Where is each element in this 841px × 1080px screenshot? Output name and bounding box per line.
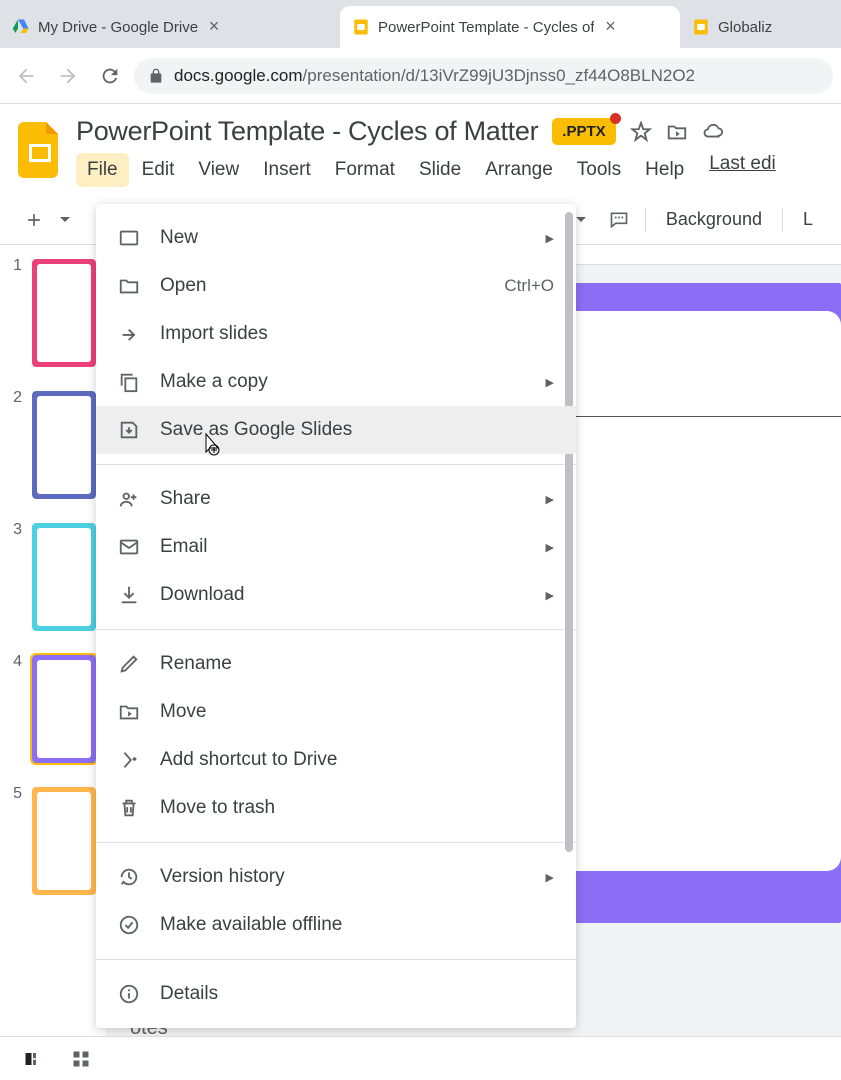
thumb-number: 4 <box>8 653 22 765</box>
thumbnail-row[interactable]: 2 <box>8 389 98 501</box>
thumbnail-row[interactable]: 1 <box>8 257 98 369</box>
menu-share[interactable]: Share▶ <box>96 475 576 523</box>
filmstrip-icon[interactable] <box>24 1050 42 1068</box>
slides-favicon-icon <box>352 18 370 36</box>
forward-button[interactable] <box>50 58 86 94</box>
document-title[interactable]: PowerPoint Template - Cycles of Matter <box>76 116 538 147</box>
grid-view-icon[interactable] <box>72 1050 90 1068</box>
menu-slide[interactable]: Slide <box>408 153 472 187</box>
menu-view[interactable]: View <box>187 153 250 187</box>
tab-title: PowerPoint Template - Cycles of <box>378 19 594 36</box>
close-icon[interactable]: × <box>206 19 222 35</box>
layout-button[interactable]: L <box>793 203 823 236</box>
menu-format[interactable]: Format <box>324 153 406 187</box>
menu-make-copy[interactable]: Make a copy▶ <box>96 358 576 406</box>
menu-move-to-trash[interactable]: Move to trash <box>96 784 576 832</box>
browser-tab-other[interactable]: Globaliz <box>680 6 800 48</box>
menu-download[interactable]: Download▶ <box>96 571 576 619</box>
thumbnail-sidebar: 1 2 3 4 5 <box>0 245 106 1059</box>
menu-bar: File Edit View Insert Format Slide Arran… <box>76 153 823 187</box>
url-bar[interactable]: docs.google.com/presentation/d/13iVrZ99j… <box>134 58 833 94</box>
close-icon[interactable]: × <box>602 19 618 35</box>
file-menu-dropdown: New▶ OpenCtrl+O Import slides Make a cop… <box>96 204 576 1028</box>
menu-new[interactable]: New▶ <box>96 214 576 262</box>
address-bar: docs.google.com/presentation/d/13iVrZ99j… <box>0 48 841 104</box>
slide-thumbnail[interactable] <box>30 785 98 897</box>
menu-insert[interactable]: Insert <box>252 153 322 187</box>
menu-edit[interactable]: Edit <box>131 153 186 187</box>
tab-title: Globaliz <box>718 19 772 36</box>
slide-thumbnail[interactable] <box>30 521 98 633</box>
menu-tools[interactable]: Tools <box>566 153 632 187</box>
cursor-icon <box>204 432 224 463</box>
menu-details[interactable]: Details <box>96 970 576 1018</box>
thumb-number: 5 <box>8 785 22 897</box>
comment-button[interactable] <box>603 204 635 236</box>
bottom-bar <box>0 1036 841 1080</box>
thumbnail-row[interactable]: 4 <box>8 653 98 765</box>
pptx-badge[interactable]: .PPTX <box>552 118 615 145</box>
browser-tab-slides[interactable]: PowerPoint Template - Cycles of × <box>340 6 680 48</box>
thumb-number: 1 <box>8 257 22 369</box>
lock-icon <box>148 68 164 84</box>
menu-version-history[interactable]: Version history▶ <box>96 853 576 901</box>
background-button[interactable]: Background <box>656 203 772 236</box>
menu-email[interactable]: Email▶ <box>96 523 576 571</box>
cloud-icon[interactable] <box>702 121 724 143</box>
menu-move[interactable]: Move <box>96 688 576 736</box>
new-slide-button[interactable] <box>18 204 50 236</box>
drive-favicon-icon <box>12 18 30 36</box>
thumb-number: 2 <box>8 389 22 501</box>
thumbnail-row[interactable]: 5 <box>8 785 98 897</box>
slides-favicon-icon <box>692 18 710 36</box>
tab-title: My Drive - Google Drive <box>38 19 198 36</box>
new-slide-dropdown[interactable] <box>56 204 74 236</box>
slide-thumbnail[interactable] <box>30 653 98 765</box>
menu-open[interactable]: OpenCtrl+O <box>96 262 576 310</box>
menu-file[interactable]: File <box>76 153 129 187</box>
menu-arrange[interactable]: Arrange <box>474 153 564 187</box>
menu-add-shortcut[interactable]: Add shortcut to Drive <box>96 736 576 784</box>
url-text: docs.google.com/presentation/d/13iVrZ99j… <box>174 66 695 86</box>
star-icon[interactable] <box>630 121 652 143</box>
menu-import-slides[interactable]: Import slides <box>96 310 576 358</box>
slide-thumbnail[interactable] <box>30 389 98 501</box>
slide-thumbnail[interactable] <box>30 257 98 369</box>
move-folder-icon[interactable] <box>666 121 688 143</box>
reload-button[interactable] <box>92 58 128 94</box>
thumb-number: 3 <box>8 521 22 633</box>
thumbnail-row[interactable]: 3 <box>8 521 98 633</box>
menu-make-available-offline[interactable]: Make available offline <box>96 901 576 949</box>
menu-rename[interactable]: Rename <box>96 640 576 688</box>
app-header: PowerPoint Template - Cycles of Matter .… <box>0 104 841 187</box>
slides-logo-icon[interactable] <box>18 122 62 178</box>
last-edit-link[interactable]: Last edi <box>709 153 776 187</box>
browser-tab-drive[interactable]: My Drive - Google Drive × <box>0 6 340 48</box>
back-button[interactable] <box>8 58 44 94</box>
menu-save-as-google-slides[interactable]: Save as Google Slides <box>96 406 576 454</box>
menu-help[interactable]: Help <box>634 153 695 187</box>
browser-tab-bar: My Drive - Google Drive × PowerPoint Tem… <box>0 0 841 48</box>
